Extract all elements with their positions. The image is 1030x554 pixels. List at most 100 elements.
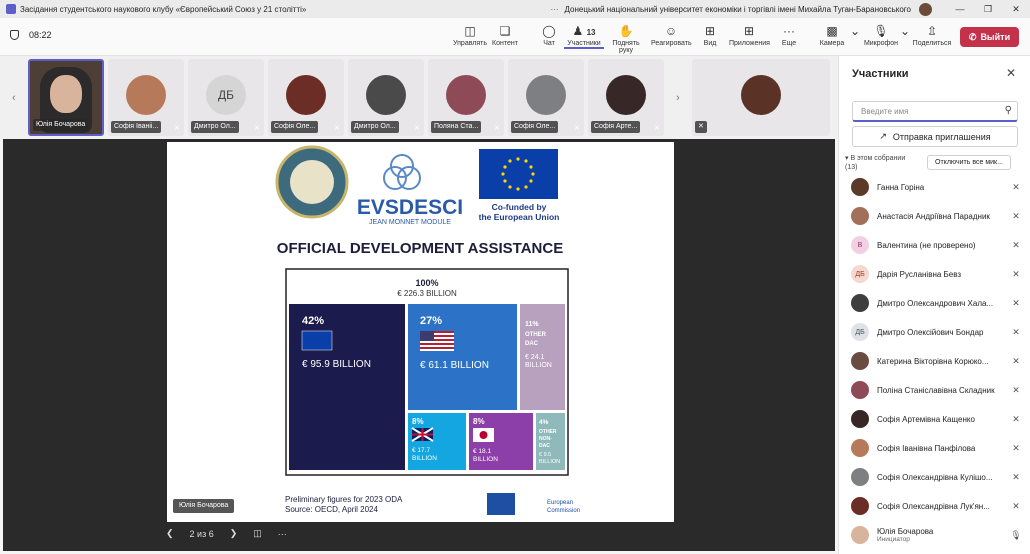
avatar (851, 294, 869, 312)
grid-view-icon[interactable]: ◫ (253, 528, 262, 539)
search-input[interactable]: Введите имя ⚲ (852, 101, 1018, 122)
eu-flag (479, 149, 558, 199)
avatar (851, 526, 869, 544)
video-tile[interactable]: ДБ Дмитро Ол... ✕ (188, 59, 264, 136)
participant-row[interactable]: ДБ Дмитро Олексійович Бондар ✕ (851, 321, 1023, 343)
window-title: Засідання студентського наукового клубу … (20, 4, 307, 14)
block-other-dac-label-2: DAC (525, 341, 539, 347)
react-button[interactable]: ☺ Реагировать (651, 23, 692, 47)
ec-logo (487, 493, 515, 515)
more-options-icon[interactable]: ··· (551, 5, 559, 14)
mic-off-icon: ✕ (1012, 355, 1020, 366)
manage-button[interactable]: ◫ Управлять (450, 23, 490, 47)
prev-slide-icon[interactable]: ❮ (166, 528, 174, 539)
maximize-icon[interactable]: ❐ (974, 4, 1002, 15)
video-tile[interactable]: Софія Оле... ✕ (508, 59, 584, 136)
content-button[interactable]: ❏ Контент (485, 23, 525, 47)
video-tile[interactable]: Поляна Ста... ✕ (428, 59, 504, 136)
avatar (126, 75, 166, 115)
tile-name: Софія Оле... (271, 121, 319, 133)
strip-prev-icon[interactable]: ‹ (12, 92, 16, 104)
close-window-icon[interactable]: ✕ (1002, 4, 1030, 15)
next-slide-icon[interactable]: ❯ (230, 528, 238, 539)
video-tile[interactable]: Юлія Бочарова (28, 59, 104, 136)
avatar: В (851, 236, 869, 254)
mic-off-icon: ✕ (1012, 210, 1020, 221)
leave-button[interactable]: ✆ Выйти (960, 27, 1019, 47)
total-percent: 100% (415, 278, 438, 288)
avatar (851, 410, 869, 428)
participant-row[interactable]: Софія Олександрівна Лук'ян... ✕ (851, 495, 1023, 517)
shared-content-area: EVSDESCI JEAN MONNET MODULE Co-funded by… (3, 139, 835, 551)
us-flag-canton (420, 331, 434, 341)
avatar (526, 75, 566, 115)
participant-row[interactable]: Анастасія Андріївна Парадник ✕ (851, 205, 1023, 227)
participant-row[interactable]: Дмитро Олександрович Хала... ✕ (851, 292, 1023, 314)
block-eu-value: € 95.9 BILLION (302, 359, 371, 370)
more-button[interactable]: ··· Еще (769, 23, 809, 47)
participant-row[interactable]: ДБ Дарія Русланівна Бевз ✕ (851, 263, 1023, 285)
avatar (606, 75, 646, 115)
in-meeting-header[interactable]: ▾ В этом собрании (13) (845, 154, 905, 172)
participant-row[interactable]: Софія Артемівна Кащенко ✕ (851, 408, 1023, 430)
people-icon: ♟ 13 (572, 24, 596, 38)
hand-icon: ✋ (618, 24, 634, 38)
video-tile[interactable]: Софія Оле... ✕ (268, 59, 344, 136)
block-other-dac-label-1: OTHER (525, 332, 547, 338)
video-tile[interactable]: Софія Іваніі... ✕ (108, 59, 184, 136)
participant-row[interactable]: Ганна Горіна ✕ (851, 176, 1023, 198)
chat-icon: ◯ (542, 24, 556, 38)
video-tile[interactable]: ✕ (692, 59, 830, 136)
participant-row[interactable]: Катерина Вікторівна Корюко... ✕ (851, 350, 1023, 372)
mic-off-icon: ✕ (414, 125, 420, 132)
participant-row[interactable]: В Валентина (не проверено) ✕ (851, 234, 1023, 256)
account-avatar[interactable] (919, 2, 932, 16)
view-button[interactable]: ⊞ Вид (690, 23, 730, 47)
slide-heading: OFFICIAL DEVELOPMENT ASSISTANCE (277, 240, 563, 257)
strip-next-icon[interactable]: › (676, 92, 680, 104)
close-icon[interactable]: ✕ (1006, 66, 1016, 80)
slide-footer-1: Preliminary figures for 2023 ODA (285, 495, 403, 504)
organization-name: Донецький національний університет еконо… (564, 4, 911, 14)
japan-flag-sun (479, 431, 488, 439)
block-uk-percent: 8% (412, 417, 424, 426)
mute-all-button[interactable]: Отключить все мик... (927, 155, 1011, 170)
tile-name: Софія Оле... (511, 121, 559, 133)
avatar: ДБ (206, 75, 246, 115)
tile-name: Софія Арте... (591, 121, 641, 133)
raise-hand-button[interactable]: ✋ Поднять руку (606, 23, 646, 54)
mic-off-icon: ✕ (1012, 471, 1020, 482)
avatar (851, 381, 869, 399)
slide-graphic: EVSDESCI JEAN MONNET MODULE Co-funded by… (275, 145, 580, 515)
participant-row[interactable]: Софія Іванівна Панфілова ✕ (851, 437, 1023, 459)
total-value: € 226.3 BILLION (397, 289, 457, 298)
video-tile[interactable]: Дмитро Ол... ✕ (348, 59, 424, 136)
block-japan-percent: 8% (473, 417, 485, 426)
avatar: ДБ (851, 323, 869, 341)
block-other-dac-value-1: € 24.1 (525, 354, 545, 361)
participant-row[interactable]: Юлія Бочарова Инициатор 🎙 (851, 524, 1023, 546)
avatar (851, 178, 869, 196)
send-invite-button[interactable]: ↗ Отправка приглашения (852, 126, 1018, 147)
evsdesci-logo (383, 154, 421, 190)
mic-off-icon: ✕ (174, 125, 180, 132)
mic-off-icon: ✕ (1012, 384, 1020, 395)
more-options-icon[interactable]: ··· (278, 529, 287, 539)
block-eu-percent: 42% (302, 315, 324, 327)
minimize-icon[interactable]: — (946, 4, 974, 14)
video-strip: ‹ › Юлія Бочарова Софія Іваніі... ✕ ДБ Дми… (0, 56, 838, 139)
share-button[interactable]: ⇫ Поделиться (912, 23, 952, 47)
mic-off-icon: ✕ (1012, 326, 1020, 337)
participants-button[interactable]: ♟ 13 Участники (564, 23, 604, 49)
avatar (851, 468, 869, 486)
shield-icon (10, 30, 19, 40)
participant-row[interactable]: Софія Олександрівна Кулішо... ✕ (851, 466, 1023, 488)
chat-button[interactable]: ◯ Чат (529, 23, 569, 47)
tile-name: Софія Іваніі... (111, 121, 162, 133)
participant-row[interactable]: Поліна Станіславівна Складник ✕ (851, 379, 1023, 401)
apps-button[interactable]: ⊞ Приложения (729, 23, 770, 47)
video-tile[interactable]: Софія Арте... ✕ (588, 59, 664, 136)
tile-name: Юлія Бочарова (33, 119, 89, 131)
avatar (446, 75, 486, 115)
meeting-timer: 08:22 (29, 30, 52, 40)
